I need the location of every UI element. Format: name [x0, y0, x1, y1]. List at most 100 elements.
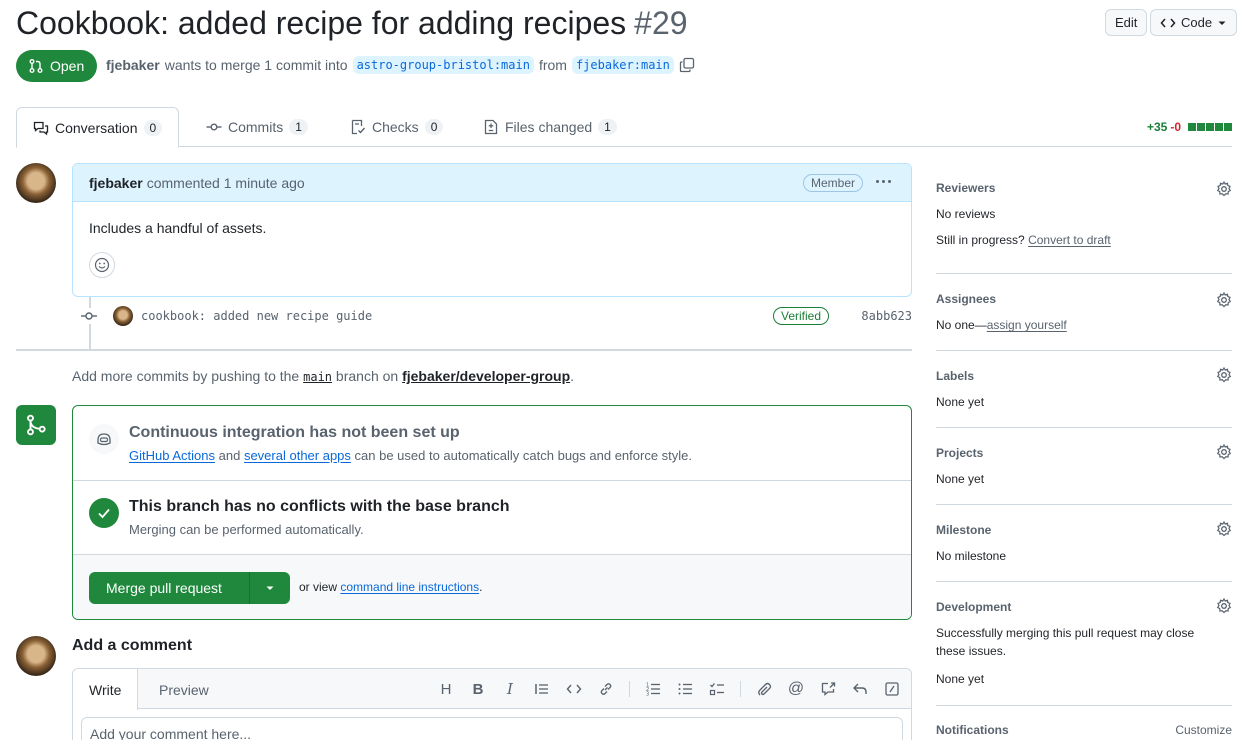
gear-icon[interactable] — [1216, 292, 1232, 308]
git-merge-icon — [16, 405, 56, 445]
notifications-heading: Notifications — [936, 723, 1009, 737]
tab-commits[interactable]: Commits 1 — [190, 107, 324, 147]
reply-icon[interactable] — [851, 680, 869, 698]
pr-title-text: Cookbook: added recipe for adding recipe… — [16, 5, 627, 41]
base-branch[interactable]: astro-group-bristol:main — [352, 56, 534, 74]
gear-icon[interactable] — [1216, 444, 1232, 460]
projects-heading: Projects — [936, 446, 984, 460]
tab-checks[interactable]: Checks 0 — [334, 107, 459, 147]
push-hint-middle: branch on — [335, 368, 399, 384]
checklist-icon — [350, 119, 366, 135]
tab-label: Checks — [372, 119, 419, 135]
tab-preview[interactable]: Preview — [143, 669, 225, 710]
code-button[interactable]: Code — [1150, 9, 1238, 36]
development-heading: Development — [936, 600, 1012, 614]
edit-button-label: Edit — [1115, 15, 1138, 30]
paperclip-icon[interactable] — [755, 680, 773, 698]
smiley-icon — [94, 257, 110, 273]
sidebar-assignees: Assignees No one—assign yourself — [936, 274, 1232, 351]
push-hint-prefix: Add more commits by pushing to the — [72, 368, 300, 384]
kebab-menu-icon[interactable] — [876, 180, 891, 183]
author-link[interactable]: fjebaker — [106, 57, 160, 73]
status-label: Open — [50, 58, 85, 74]
convert-to-draft-link[interactable]: Convert to draft — [1028, 233, 1111, 247]
comment-editor: Write Preview H B I 123 @ Add your comme… — [72, 668, 912, 740]
toolbar-divider — [740, 681, 741, 697]
file-diff-icon — [483, 119, 499, 135]
tab-counter: 0 — [143, 119, 163, 136]
gear-icon[interactable] — [1216, 598, 1232, 614]
tab-label: Conversation — [55, 119, 138, 136]
editor-tabs: Write Preview H B I 123 @ — [73, 669, 911, 710]
gear-icon[interactable] — [1216, 367, 1232, 383]
unordered-list-icon[interactable] — [676, 680, 694, 698]
add-reaction-button[interactable] — [89, 252, 115, 278]
avatar[interactable] — [16, 163, 56, 203]
diffstat: +35 -0 — [1147, 120, 1232, 134]
customize-link[interactable]: Customize — [1175, 723, 1232, 737]
milestone-value: No milestone — [936, 549, 1007, 563]
head-branch[interactable]: fjebaker:main — [571, 56, 674, 74]
push-hint: Add more commits by pushing to the main … — [72, 368, 574, 384]
merge-pull-request-button[interactable]: Merge pull request — [89, 572, 250, 604]
commit-sha[interactable]: 8abb623 — [861, 309, 912, 323]
mention-icon[interactable]: @ — [787, 680, 805, 698]
link-icon[interactable] — [597, 680, 615, 698]
ci-and: and — [218, 448, 241, 463]
code-icon[interactable] — [565, 680, 583, 698]
merge-text: wants to merge 1 commit into — [164, 57, 348, 73]
push-hint-branch[interactable]: main — [303, 370, 332, 384]
avatar[interactable] — [113, 306, 133, 326]
commit-row: cookbook: added new recipe guide Verifie… — [80, 304, 912, 328]
code-icon — [1160, 15, 1176, 31]
slash-command-icon[interactable] — [883, 680, 901, 698]
comment-text: Includes a handful of assets. — [89, 220, 267, 236]
gear-icon[interactable] — [1216, 521, 1232, 537]
draft-hint: Still in progress? Convert to draft — [936, 233, 1111, 247]
edit-button[interactable]: Edit — [1105, 9, 1148, 36]
command-line-link[interactable]: command line instructions — [340, 580, 479, 594]
bold-icon[interactable]: B — [469, 680, 487, 698]
commit-message[interactable]: cookbook: added new recipe guide — [141, 309, 372, 323]
copilot-icon — [89, 424, 119, 454]
italic-icon[interactable]: I — [501, 680, 519, 698]
comment-body: Includes a handful of assets. — [73, 202, 911, 278]
other-apps-link[interactable]: several other apps — [244, 448, 351, 463]
avatar[interactable] — [16, 636, 56, 676]
sidebar-milestone: Milestone No milestone — [936, 505, 1232, 582]
triangle-down-icon — [265, 583, 275, 593]
push-hint-repo[interactable]: fjebaker/developer-group — [402, 368, 570, 384]
ordered-list-icon[interactable]: 123 — [644, 680, 662, 698]
cli-or-view: or view — [299, 580, 338, 594]
reviewers-value: No reviews — [936, 207, 996, 221]
verified-badge[interactable]: Verified — [773, 307, 830, 325]
quote-icon[interactable] — [533, 680, 551, 698]
merge-button-group: Merge pull request — [89, 572, 290, 604]
sidebar-labels: Labels None yet — [936, 351, 1232, 428]
tab-counter: 1 — [598, 119, 617, 135]
labels-value: None yet — [936, 395, 985, 409]
comment-author[interactable]: fjebaker — [89, 175, 143, 191]
pr-tabs: Conversation 0 Commits 1 Checks 0 Files … — [16, 107, 1232, 148]
merge-method-dropdown[interactable] — [250, 572, 290, 604]
task-list-icon[interactable] — [708, 680, 726, 698]
tab-write[interactable]: Write — [73, 669, 139, 710]
conflict-title: This branch has no conflicts with the ba… — [129, 498, 510, 515]
pr-number: #29 — [634, 5, 688, 41]
comment-time[interactable]: 1 minute ago — [224, 175, 305, 191]
toolbar-divider — [629, 681, 630, 697]
gear-icon[interactable] — [1216, 181, 1232, 197]
tab-files-changed[interactable]: Files changed 1 — [467, 107, 633, 147]
ci-section: Continuous integration has not been set … — [73, 406, 911, 481]
check-icon — [89, 498, 119, 528]
pr-meta: fjebaker wants to merge 1 commit into as… — [106, 56, 695, 74]
assign-yourself-link[interactable]: assign yourself — [987, 318, 1067, 332]
heading-icon[interactable]: H — [437, 680, 455, 698]
tab-conversation[interactable]: Conversation 0 — [16, 107, 180, 148]
copy-icon[interactable] — [679, 57, 695, 73]
comment-textarea[interactable]: Add your comment here... — [81, 717, 903, 740]
cross-reference-icon[interactable] — [819, 680, 837, 698]
page-title: Cookbook: added recipe for adding recipe… — [16, 2, 688, 44]
github-actions-link[interactable]: GitHub Actions — [129, 448, 215, 463]
deletions-count: -0 — [1170, 120, 1181, 134]
